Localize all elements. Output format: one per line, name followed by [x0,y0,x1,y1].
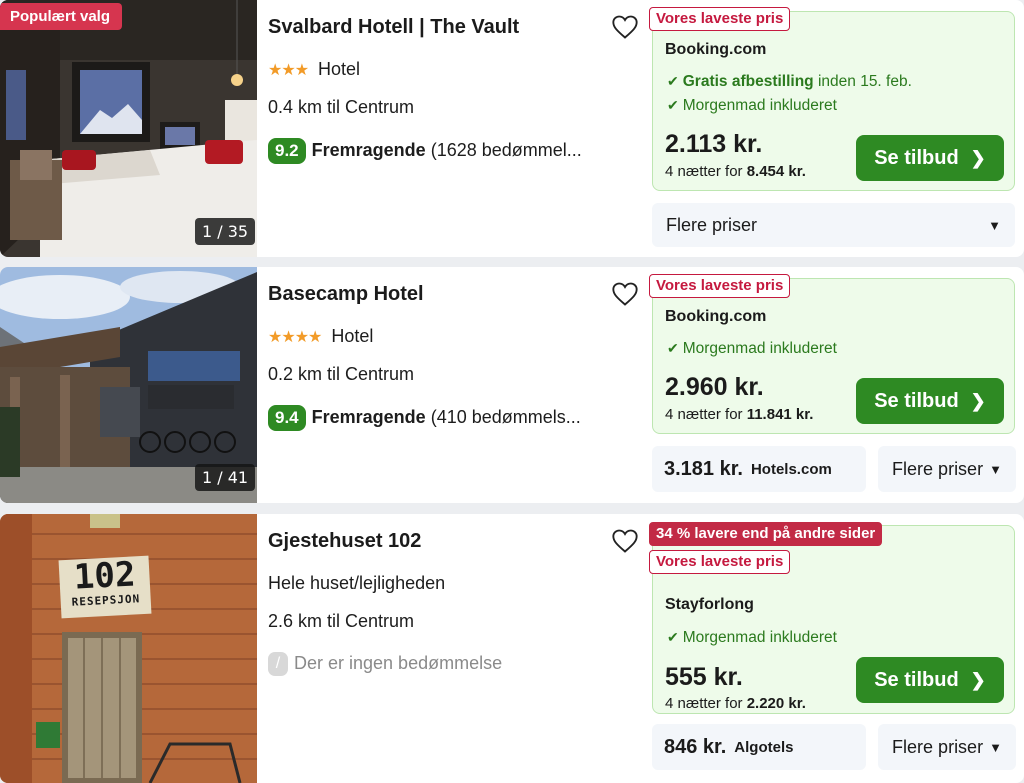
see-deal-button[interactable]: Se tilbud ❯ [856,378,1004,424]
reception-sign: 102 RESEPSJON [71,554,141,609]
total-price: 4 nætter for 2.220 kr. [665,695,806,712]
hotel-card[interactable]: Populært valg 1 / 35 Svalbard Hotell | T… [0,0,1024,257]
no-score-badge: / [268,652,288,676]
deal-box[interactable]: Booking.com ✔ Gratis afbestilling inden 1… [652,11,1015,191]
alt-price: 846 kr. [664,735,727,758]
review-count: (410 bedømmels... [430,407,581,427]
hotel-type: Hotel [331,326,374,346]
rating[interactable]: 9.4 Fremragende (410 bedømmels... [268,405,581,431]
lowest-price-tag: Vores laveste pris [649,550,791,574]
star-rating: ★★★ [268,62,309,79]
distance: 2.6 km til Centrum [268,611,415,631]
lowest-price-tag: Vores laveste pris [649,274,791,298]
chevron-right-icon: ❯ [970,390,986,411]
rating[interactable]: 9.2 Fremragende (1628 bedømmel... [268,138,582,164]
total-price: 4 nætter for 8.454 kr. [665,163,806,180]
hotel-card[interactable]: 1 / 41 Basecamp Hotel ★★★★ Hotel 0.2 km t… [0,267,1024,503]
chevron-right-icon: ❯ [970,147,986,168]
chevron-down-icon: ▼ [988,217,1001,233]
photo-counter: 1 / 41 [195,464,256,491]
check-icon: ✔ [667,97,679,113]
photo-counter: 1 / 35 [195,218,256,245]
hotel-name[interactable]: Svalbard Hotell | The Vault [268,16,519,39]
chevron-down-icon: ▼ [989,739,1002,755]
provider-name: Stayforlong [665,596,754,613]
rating: / Der er ingen bedømmelse [268,652,502,676]
price: 2.960 kr. [665,373,764,401]
perk-breakfast: ✔ Morgenmad inkluderet [667,97,837,114]
lowest-price-tag: Vores laveste pris [649,7,791,31]
star-rating: ★★★★ [268,329,322,346]
see-deal-button[interactable]: Se tilbud ❯ [856,657,1004,703]
hotel-photo[interactable]: 102 RESEPSJON [0,514,257,783]
hotel-name[interactable]: Gjestehuset 102 [268,530,421,553]
review-count: (1628 bedømmel... [430,140,582,160]
price: 2.113 kr. [665,130,763,158]
chevron-down-icon: ▼ [989,461,1002,477]
alt-price: 3.181 kr. [664,457,743,480]
chevron-right-icon: ❯ [970,669,986,690]
provider-name: Booking.com [665,308,767,325]
hotel-photo[interactable]: Populært valg 1 / 35 [0,0,257,257]
heart-icon[interactable] [611,528,639,554]
heart-icon[interactable] [611,14,639,40]
perk-breakfast: ✔ Morgenmad inkluderet [667,629,837,646]
deal-box[interactable]: Booking.com ✔ Morgenmad inkluderet 2.960 … [652,278,1015,434]
hotel-info: Svalbard Hotell | The Vault ★★★ Hotel 0.4… [268,0,638,257]
check-icon: ✔ [667,629,679,645]
check-icon: ✔ [667,73,679,89]
property-type: Hele huset/lejligheden [268,573,446,593]
perk-breakfast: ✔ Morgenmad inkluderet [667,340,837,357]
hotel-info: Basecamp Hotel ★★★★ Hotel 0.2 km til Cent… [268,267,638,503]
alt-provider: Hotels.com [750,460,832,478]
heart-icon[interactable] [611,281,639,307]
discount-tag: 34 % lavere end på andre sider [649,522,883,546]
distance: 0.2 km til Centrum [268,364,415,384]
popular-badge: Populært valg [0,3,123,30]
alt-offer[interactable]: 846 kr. Algotels [652,724,866,770]
hotel-photo[interactable]: 1 / 41 [0,267,257,503]
total-price: 4 nætter for 11.841 kr. [665,406,814,423]
score-badge: 9.4 [268,405,306,431]
alt-offer[interactable]: 3.181 kr. Hotels.com [652,446,866,492]
more-prices-button[interactable]: Flere priser ▼ [878,446,1016,492]
score-badge: 9.2 [268,138,306,164]
check-icon: ✔ [667,340,679,356]
perk-free-cancellation: ✔ Gratis afbestilling inden 15. feb. [667,73,912,90]
rating-word: Fremragende [311,140,426,160]
distance: 0.4 km til Centrum [268,97,415,117]
provider-name: Booking.com [665,41,767,58]
hotel-info: Gjestehuset 102 Hele huset/lejligheden 2… [268,514,638,783]
rating-word: Fremragende [311,407,426,427]
hotel-category: ★★★★ Hotel [268,326,373,347]
more-prices-button[interactable]: Flere priser ▼ [878,724,1016,770]
alt-provider: Algotels [734,738,794,756]
hotel-type: Hotel [318,59,361,79]
price: 555 kr. [665,663,743,691]
more-prices-button[interactable]: Flere priser ▼ [652,203,1015,247]
hotel-category: ★★★ Hotel [268,59,360,80]
hotel-name[interactable]: Basecamp Hotel [268,283,424,306]
hotel-card[interactable]: 102 RESEPSJON Gjestehuset 102 Hele huset… [0,514,1024,783]
no-rating-text: Der er ingen bedømmelse [294,652,503,673]
see-deal-button[interactable]: Se tilbud ❯ [856,135,1004,181]
